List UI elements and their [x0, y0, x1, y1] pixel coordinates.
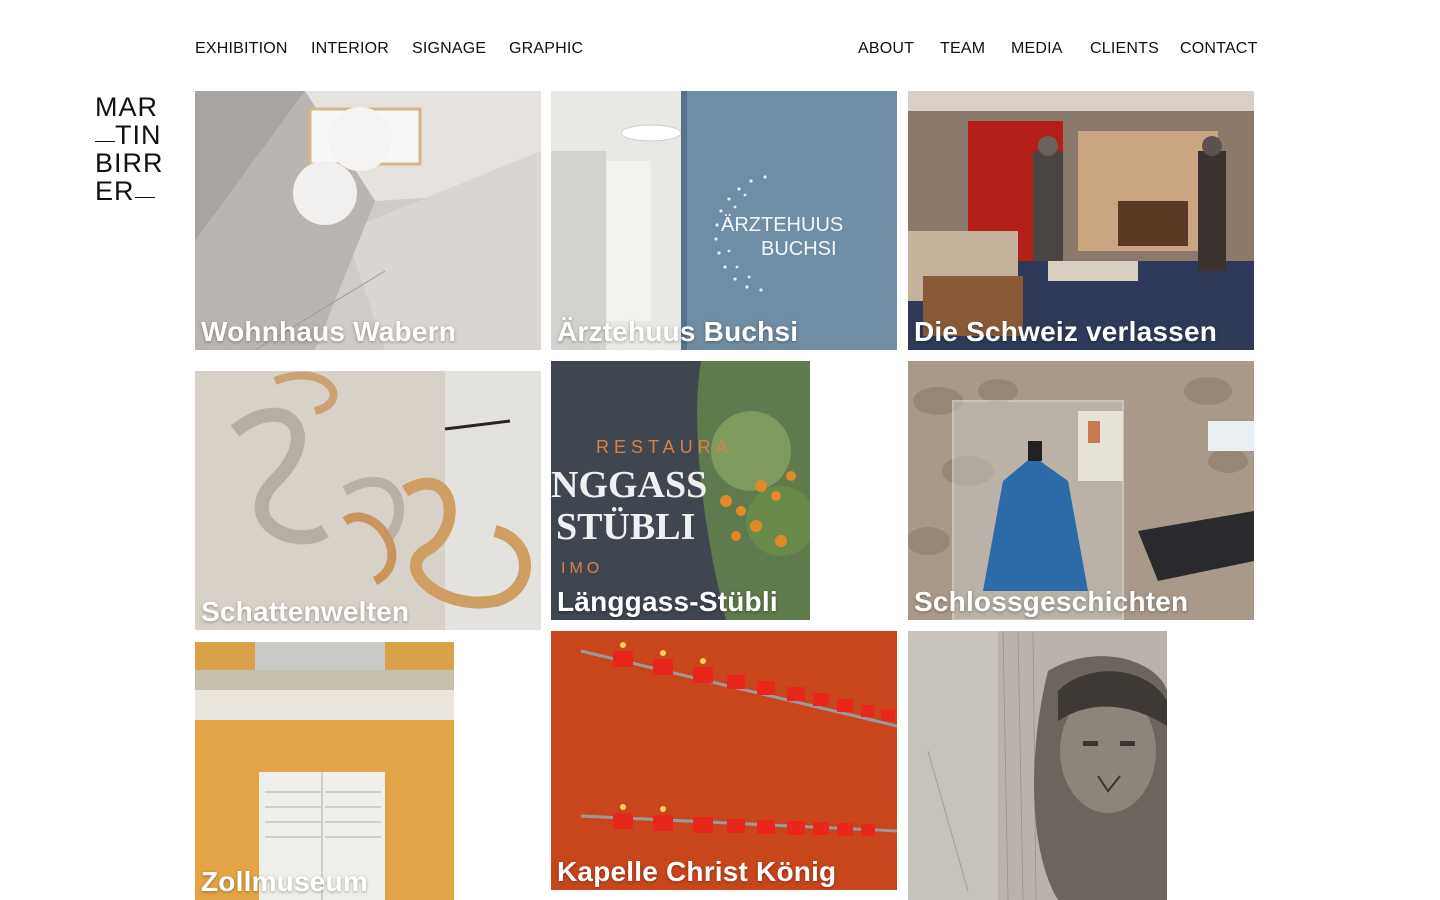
project-tile-schattenwelten[interactable]: Schattenwelten	[195, 371, 541, 630]
nav-exhibition[interactable]: EXHIBITION	[195, 40, 288, 58]
project-image	[908, 631, 1167, 900]
sign-text-line2: BUCHSI	[761, 238, 837, 260]
nav-contact[interactable]: CONTACT	[1180, 40, 1258, 58]
logo-underscore	[134, 177, 155, 198]
project-title: Schattenwelten	[201, 596, 410, 627]
nav-media[interactable]: MEDIA	[1011, 40, 1063, 58]
project-tile-die-schweiz-verlassen[interactable]: Die Schweiz verlassen	[908, 91, 1254, 350]
nav-graphic[interactable]: GRAPHIC	[509, 40, 583, 58]
project-title: Kapelle Christ König	[557, 856, 837, 887]
nav-interior[interactable]: INTERIOR	[311, 40, 389, 58]
project-image: ÄRZTEHUUS BUCHSI	[551, 91, 897, 350]
nav-about[interactable]: ABOUT	[858, 40, 914, 58]
shirt-text-small: IMO	[561, 560, 603, 577]
logo-line-3: BIRR	[95, 148, 164, 178]
logo-line-2-wrap: TIN	[95, 121, 161, 149]
project-tile-aerztehuus-buchsi[interactable]: ÄRZTEHUUS BUCHSI Ärztehuus Buchsi	[551, 91, 897, 350]
project-title: Wohnhaus Wabern	[201, 316, 456, 347]
nav-clients[interactable]: CLIENTS	[1090, 40, 1159, 58]
project-title: Schlossgeschichten	[914, 586, 1189, 617]
project-image	[195, 371, 541, 630]
project-image	[195, 91, 541, 350]
project-tile-kapelle-christ-koenig[interactable]: Kapelle Christ König	[551, 631, 897, 890]
project-image	[551, 631, 897, 890]
shirt-text-mid: NGGASS	[551, 464, 707, 506]
project-image	[908, 361, 1254, 620]
project-title: Ärztehuus Buchsi	[557, 316, 799, 347]
project-image: RESTAURA NGGASS STÜBLI IMO	[551, 361, 810, 620]
project-tile-laenggass-stuebli[interactable]: RESTAURA NGGASS STÜBLI IMO Länggass-Stüb…	[551, 361, 810, 620]
project-title: Die Schweiz verlassen	[914, 316, 1218, 347]
sign-text-line1: ÄRZTEHUUS	[721, 214, 843, 236]
project-tile-schlossgeschichten[interactable]: Schlossgeschichten	[908, 361, 1254, 620]
project-tile-zollmuseum[interactable]: Zollmuseum	[195, 642, 454, 900]
logo-line-2: TIN	[115, 120, 162, 150]
logo[interactable]: MAR TIN BIRR ER	[95, 92, 164, 205]
shirt-text-top: RESTAURA	[596, 437, 733, 457]
nav-team[interactable]: TEAM	[940, 40, 985, 58]
project-title: Zollmuseum	[201, 866, 368, 897]
project-image	[908, 91, 1254, 350]
logo-line-1: MAR	[95, 92, 158, 122]
project-tile-portrait-etching[interactable]	[908, 631, 1167, 900]
shirt-text-bot: STÜBLI	[556, 506, 695, 548]
project-image	[195, 642, 454, 900]
project-tile-wohnhaus-wabern[interactable]: Wohnhaus Wabern	[195, 91, 541, 350]
logo-underscore	[95, 121, 115, 142]
logo-line-4-wrap: ER	[95, 177, 161, 205]
nav-signage[interactable]: SIGNAGE	[412, 40, 486, 58]
project-title: Länggass-Stübli	[557, 586, 778, 617]
logo-line-4: ER	[95, 176, 135, 206]
